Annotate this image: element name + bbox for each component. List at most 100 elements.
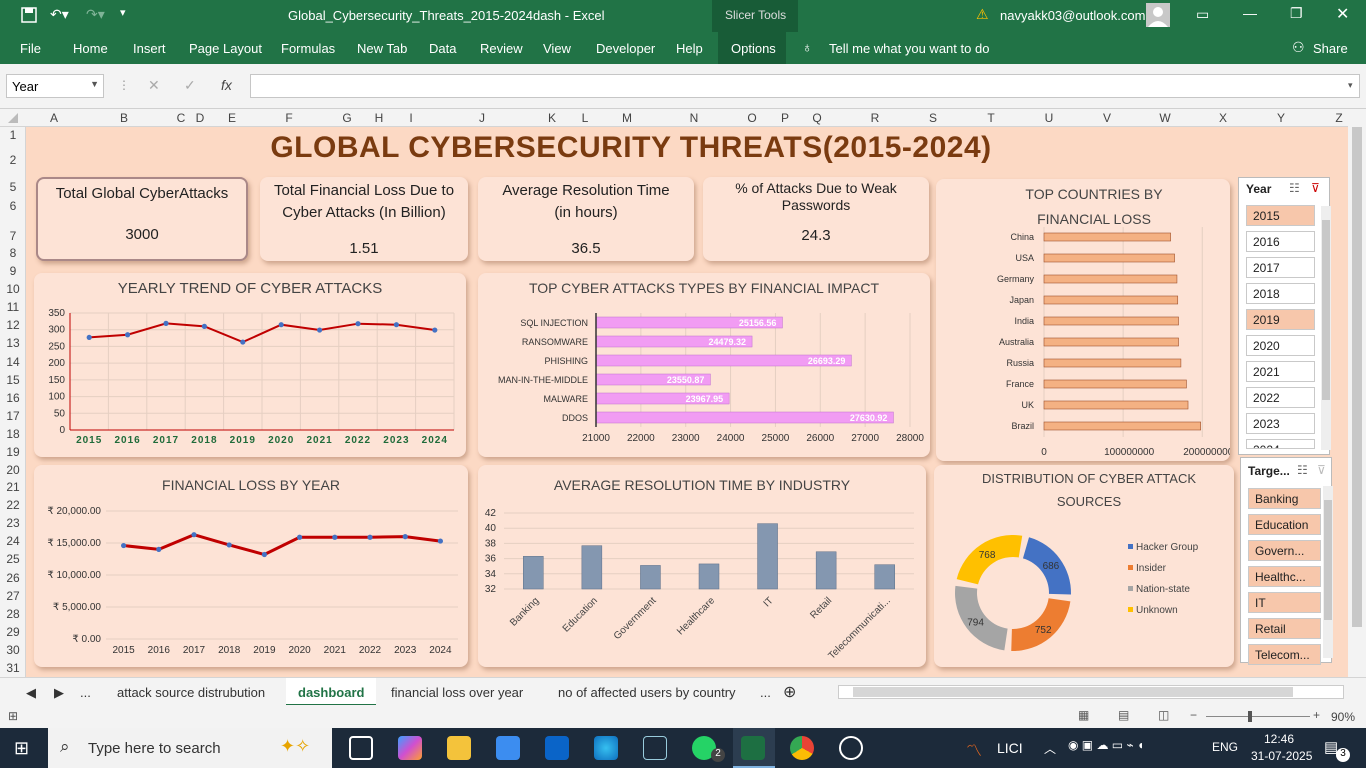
data-point[interactable]: [278, 322, 284, 328]
column-header[interactable]: H: [371, 111, 387, 125]
column-header[interactable]: A: [46, 111, 62, 125]
row-header[interactable]: 24: [0, 534, 26, 548]
row-header[interactable]: 19: [0, 445, 26, 459]
column-header[interactable]: L: [577, 111, 593, 125]
clock-time[interactable]: 12:46: [1264, 732, 1294, 746]
row-header[interactable]: 10: [0, 282, 26, 296]
snipping-icon[interactable]: [643, 736, 667, 760]
outlook-icon[interactable]: [545, 736, 569, 760]
column-header[interactable]: Y: [1273, 111, 1289, 125]
data-point[interactable]: [297, 534, 303, 540]
column-header[interactable]: U: [1041, 111, 1057, 125]
row-header[interactable]: 7: [0, 229, 26, 243]
row-header[interactable]: 1: [0, 128, 26, 142]
row-header[interactable]: 17: [0, 409, 26, 423]
tab-insert[interactable]: Insert: [133, 41, 166, 56]
page-break-view-icon[interactable]: ◫: [1158, 708, 1169, 722]
bar[interactable]: [757, 523, 778, 590]
column-header[interactable]: X: [1215, 111, 1231, 125]
bar[interactable]: [1043, 316, 1179, 326]
row-header[interactable]: 26: [0, 571, 26, 585]
column-header[interactable]: R: [867, 111, 883, 125]
row-header[interactable]: 6: [0, 199, 26, 213]
column-header[interactable]: S: [925, 111, 941, 125]
data-point[interactable]: [402, 534, 408, 540]
slicer-item-2019[interactable]: 2019: [1246, 309, 1315, 330]
account-name[interactable]: navyakk03@outlook.com: [1000, 8, 1145, 23]
row-header[interactable]: 11: [0, 300, 26, 314]
data-point[interactable]: [191, 532, 197, 538]
row-header[interactable]: 9: [0, 264, 26, 278]
customize-toolbar-icon[interactable]: ▾: [120, 6, 126, 19]
row-header[interactable]: 14: [0, 355, 26, 369]
column-header[interactable]: K: [544, 111, 560, 125]
select-all-corner[interactable]: [8, 113, 18, 123]
row-header[interactable]: 27: [0, 589, 26, 603]
redo-icon[interactable]: ↷▾: [86, 6, 105, 23]
sheet-tab-financial-loss[interactable]: financial loss over year: [391, 685, 523, 700]
enter-icon[interactable]: ✓: [184, 77, 196, 94]
column-header[interactable]: D: [192, 111, 208, 125]
year-slicer[interactable]: Year ☷ ⊽ 2015 2016 2017 2018 2019 2020 2021 202…: [1238, 177, 1331, 455]
row-header[interactable]: 20: [0, 463, 26, 477]
bar[interactable]: [1043, 421, 1201, 431]
bar[interactable]: [874, 564, 895, 590]
slicer-item-target[interactable]: Healthc...: [1248, 566, 1321, 587]
column-header[interactable]: B: [116, 111, 132, 125]
weather-label[interactable]: LICI: [997, 740, 1023, 756]
data-point[interactable]: [163, 320, 169, 326]
file-explorer-icon[interactable]: [447, 736, 471, 760]
kpi-card-resolution-time[interactable]: Average Resolution Time (in hours) 36.5: [478, 177, 694, 261]
target-slicer[interactable]: Targe... ☷ ⊽ Banking Education Govern... He…: [1240, 457, 1333, 665]
zoom-in-icon[interactable]: +: [1313, 708, 1320, 722]
slicer-item-target[interactable]: Govern...: [1248, 540, 1321, 561]
vertical-scrollbar[interactable]: [1348, 109, 1366, 677]
slicer-item-target[interactable]: Telecom...: [1248, 644, 1321, 665]
tab-file[interactable]: File: [20, 41, 41, 56]
row-header[interactable]: 25: [0, 552, 26, 566]
clock-date[interactable]: 31-07-2025: [1251, 749, 1312, 763]
slicer-item-2024[interactable]: 2024: [1246, 439, 1315, 449]
data-point[interactable]: [432, 327, 438, 333]
tab-developer[interactable]: Developer: [596, 41, 655, 56]
zoom-out-icon[interactable]: −: [1190, 708, 1197, 722]
tab-new-tab[interactable]: New Tab: [357, 41, 407, 56]
row-header[interactable]: 15: [0, 373, 26, 387]
column-header[interactable]: Z: [1331, 111, 1347, 125]
slicer-item-2018[interactable]: 2018: [1246, 283, 1315, 304]
data-point[interactable]: [156, 546, 162, 552]
bar[interactable]: [595, 411, 894, 424]
chatgpt-icon[interactable]: [839, 736, 863, 760]
row-header[interactable]: 2: [0, 153, 26, 167]
column-header[interactable]: P: [777, 111, 793, 125]
bar[interactable]: [698, 563, 720, 590]
row-header[interactable]: 13: [0, 336, 26, 350]
column-header[interactable]: M: [619, 111, 635, 125]
add-sheet-icon[interactable]: ⊕: [783, 682, 796, 702]
minimize-icon[interactable]: —: [1243, 5, 1257, 21]
column-header[interactable]: W: [1157, 111, 1173, 125]
sheet-tab-attack-source[interactable]: attack source distrubution: [117, 685, 265, 700]
financial-loss-chart[interactable]: FINANCIAL LOSS BY YEAR ₹ 0.00 ₹ 5,000.00 ₹ …: [34, 465, 468, 667]
excel-icon[interactable]: [741, 736, 765, 760]
tab-data[interactable]: Data: [429, 41, 456, 56]
slicer-item-2015[interactable]: 2015: [1246, 205, 1315, 226]
tab-home[interactable]: Home: [73, 41, 108, 56]
zoom-slider[interactable]: [1206, 711, 1310, 722]
multi-select-icon[interactable]: ☷: [1289, 181, 1300, 195]
sheet-tab-dashboard[interactable]: dashboard: [298, 685, 364, 700]
tray-icons[interactable]: ◉ ▣ ☁ ▭ ⌁ ◖: [1068, 738, 1144, 752]
column-header[interactable]: G: [339, 111, 355, 125]
bar[interactable]: [815, 551, 837, 590]
expand-formula-icon[interactable]: ▾: [1348, 80, 1353, 91]
data-point[interactable]: [437, 538, 443, 544]
data-point[interactable]: [226, 542, 232, 548]
store-icon[interactable]: [496, 736, 520, 760]
tab-help[interactable]: Help: [676, 41, 703, 56]
normal-view-icon[interactable]: ▦: [1078, 708, 1089, 722]
formula-input[interactable]: [250, 74, 1360, 98]
column-header[interactable]: O: [744, 111, 760, 125]
row-header[interactable]: 12: [0, 318, 26, 332]
warning-icon[interactable]: ⚠: [976, 6, 989, 23]
row-header[interactable]: 22: [0, 498, 26, 512]
